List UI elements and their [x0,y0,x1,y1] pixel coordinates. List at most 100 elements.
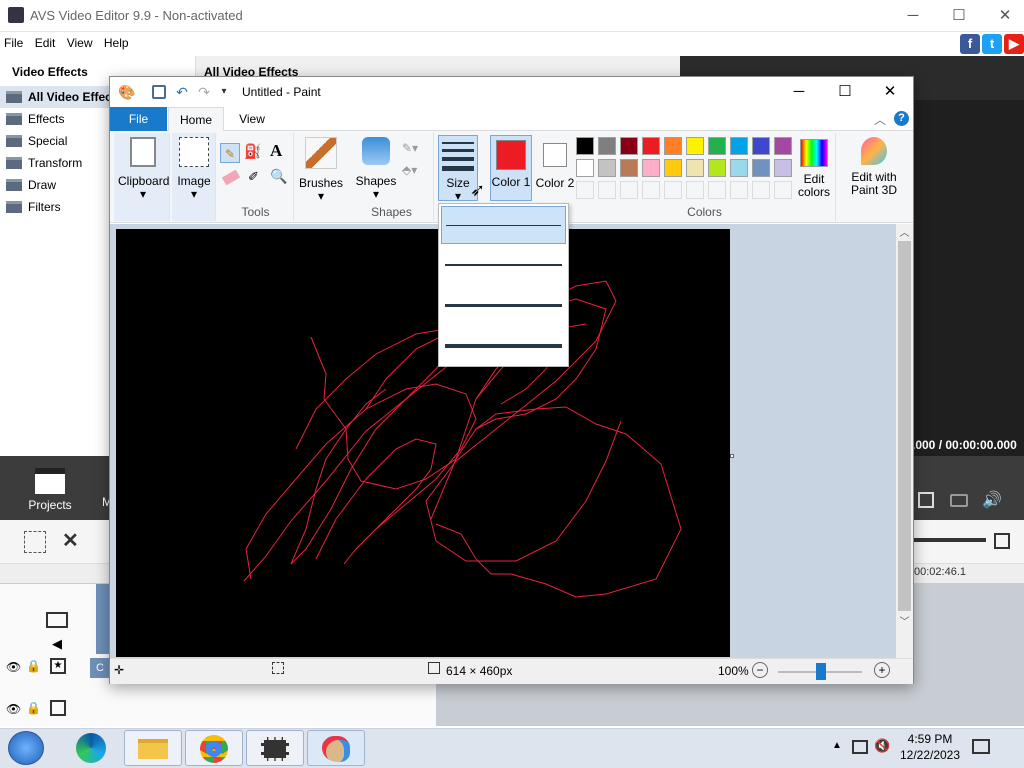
lock-icon[interactable]: 🔒 [26,701,41,715]
custom-color-slot[interactable] [642,181,660,199]
color2-button[interactable]: Color 2 [534,135,576,190]
avs-close-button[interactable]: ✕ [982,4,1024,28]
size-option-8px[interactable] [441,326,566,364]
custom-color-slot[interactable] [686,181,704,199]
save-icon[interactable] [152,85,166,99]
palette-swatch[interactable] [730,159,748,177]
tab-view[interactable]: View [224,107,280,131]
menu-view[interactable]: View [63,32,97,50]
scroll-up-icon[interactable]: ︿ [896,224,913,239]
edit-paint3d-button[interactable]: Edit with Paint 3D [842,137,906,197]
taskbar-avs-video-editor[interactable] [246,730,304,766]
palette-swatch[interactable] [686,159,704,177]
volume-muted-icon[interactable]: 🔇 [874,738,890,754]
scroll-down-icon[interactable]: ﹀ [896,613,913,628]
custom-color-slot[interactable] [598,181,616,199]
scroll-thumb[interactable] [898,241,911,611]
palette-swatch[interactable] [598,159,616,177]
tab-home[interactable]: Home [168,107,224,131]
zoom-in-button[interactable]: + [874,662,890,678]
avs-maximize-button[interactable]: ☐ [936,4,982,28]
palette-swatch[interactable] [598,137,616,155]
size-option-3px[interactable] [441,246,566,284]
palette-swatch[interactable] [774,159,792,177]
palette-swatch[interactable] [730,137,748,155]
vertical-scrollbar[interactable]: ︿ ﹀ [896,224,913,658]
lock-icon[interactable]: 🔒 [26,659,41,673]
palette-swatch[interactable] [576,159,594,177]
show-hidden-icons[interactable]: ▲ [832,740,842,751]
pencil-icon[interactable]: ✎ [220,143,240,163]
customize-qat-icon[interactable]: ▾ [216,84,232,100]
size-option-1px[interactable] [441,206,566,244]
custom-color-slot[interactable] [664,181,682,199]
clipboard-button[interactable]: Clipboard ▾ [118,137,169,201]
palette-swatch[interactable] [642,137,660,155]
brushes-button[interactable]: Brushes ▾ [296,137,346,203]
taskbar-paint[interactable] [307,730,365,766]
paint-maximize-button[interactable]: ☐ [822,80,868,104]
edge-icon[interactable] [76,733,106,763]
fit-timeline-icon[interactable] [994,533,1010,549]
paint-minimize-button[interactable]: ─ [776,80,822,104]
drawing-canvas[interactable] [116,229,730,657]
text-icon[interactable]: A [270,141,282,161]
color1-button[interactable]: Color 1 [490,135,532,201]
zoom-slider[interactable] [912,538,986,542]
palette-swatch[interactable] [664,137,682,155]
palette-swatch[interactable] [620,137,638,155]
custom-color-slot[interactable] [708,181,726,199]
size-option-5px[interactable] [441,286,566,324]
palette-swatch[interactable] [774,137,792,155]
tab-file[interactable]: File [110,107,167,131]
menu-edit[interactable]: Edit [31,32,60,50]
network-icon[interactable] [852,740,868,754]
taskbar-chrome[interactable] [185,730,243,766]
palette-swatch[interactable] [752,159,770,177]
shapes-button[interactable]: Shapes ▾ [354,137,398,201]
palette-swatch[interactable] [752,137,770,155]
delete-icon[interactable]: ✕ [62,528,79,553]
image-button[interactable]: Image ▾ [174,137,214,201]
custom-color-slot[interactable] [576,181,594,199]
custom-color-slot[interactable] [730,181,748,199]
eye-icon[interactable]: 👁 [6,660,21,674]
outline-icon[interactable]: ✎▾ [402,141,418,155]
zoom-slider-thumb[interactable] [816,663,826,680]
undo-icon[interactable]: ↶ [174,84,190,100]
fullscreen-icon[interactable] [918,492,934,508]
facebook-icon[interactable]: f [960,34,980,54]
palette-swatch[interactable] [620,159,638,177]
menu-help[interactable]: Help [100,32,133,50]
paint-close-button[interactable]: ✕ [867,80,913,104]
youtube-icon[interactable]: ▶ [1004,34,1024,54]
custom-color-slot[interactable] [620,181,638,199]
palette-swatch[interactable] [708,137,726,155]
video-track-clip[interactable] [96,584,110,654]
zoom-out-button[interactable]: − [752,662,768,678]
color-picker-icon[interactable]: ✐ [248,169,259,185]
fill-icon[interactable]: ⛽ [244,143,261,160]
notification-icon[interactable] [972,739,990,754]
collapse-ribbon-icon[interactable]: ︿ [874,111,886,128]
avs-minimize-button[interactable]: ─ [890,4,936,28]
eye-icon[interactable]: 👁 [6,702,21,716]
canvas-resize-handle[interactable] [730,454,734,458]
palette-swatch[interactable] [686,137,704,155]
split-icon[interactable] [24,531,46,553]
magnifier-icon[interactable]: 🔍 [270,168,287,185]
palette-swatch[interactable] [576,137,594,155]
custom-color-slot[interactable] [752,181,770,199]
palette-swatch[interactable] [642,159,660,177]
help-icon[interactable]: ? [894,111,909,126]
camera-icon[interactable] [950,494,968,507]
palette-swatch[interactable] [708,159,726,177]
edit-colors-button[interactable]: Edit colors [794,139,834,199]
redo-icon[interactable]: ↷ [196,84,212,100]
eraser-icon[interactable] [221,169,241,186]
effect-clip[interactable]: C [90,658,110,678]
twitter-icon[interactable]: t [982,34,1002,54]
fill-style-icon[interactable]: ⬘▾ [402,163,417,177]
start-button[interactable] [8,731,44,765]
menu-file[interactable]: File [0,32,27,50]
